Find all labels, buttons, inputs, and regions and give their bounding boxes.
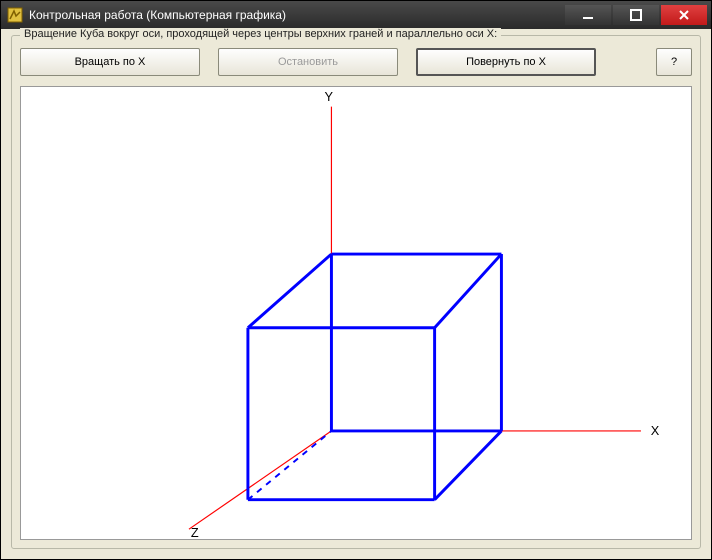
viewport-canvas: X Y Z <box>20 86 692 540</box>
titlebar: Контрольная работа (Компьютерная графика… <box>1 1 711 29</box>
rotate-x-button[interactable]: Вращать по X <box>20 48 200 76</box>
axis-label-y: Y <box>325 89 334 104</box>
axis-label-z: Z <box>191 525 199 539</box>
minimize-button[interactable] <box>565 5 611 25</box>
stop-button[interactable]: Остановить <box>218 48 398 76</box>
maximize-button[interactable] <box>613 5 659 25</box>
app-window: Контрольная работа (Компьютерная графика… <box>0 0 712 560</box>
rotation-groupbox: Вращение Куба вокруг оси, проходящей чер… <box>11 35 701 549</box>
turn-x-button[interactable]: Повернуть по X <box>416 48 596 76</box>
help-button[interactable]: ? <box>656 48 692 76</box>
window-title: Контрольная работа (Компьютерная графика… <box>29 8 565 22</box>
scene-svg: X Y Z <box>21 87 691 539</box>
app-icon <box>7 7 23 23</box>
close-button[interactable] <box>661 5 707 25</box>
client-area: Вращение Куба вокруг оси, проходящей чер… <box>1 29 711 559</box>
groupbox-legend: Вращение Куба вокруг оси, проходящей чер… <box>20 28 501 40</box>
axis-z <box>189 431 331 529</box>
toolbar: Вращать по X Остановить Повернуть по X ? <box>20 48 692 76</box>
window-controls <box>565 5 707 25</box>
axis-label-x: X <box>651 423 660 438</box>
